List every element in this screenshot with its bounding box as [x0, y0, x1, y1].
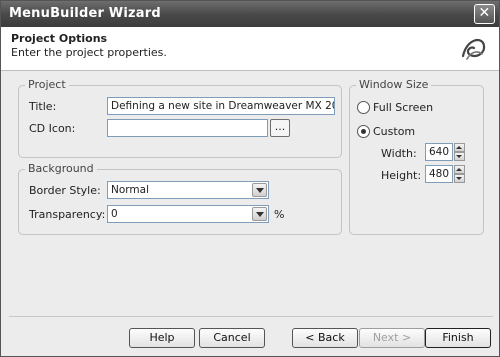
cd-icon-input[interactable] — [107, 119, 268, 137]
border-style-select[interactable]: Normal — [107, 181, 269, 199]
full-screen-radio[interactable] — [357, 101, 370, 114]
transparency-select[interactable]: 0 — [107, 205, 269, 223]
border-style-value: Normal — [111, 184, 149, 196]
title-input[interactable]: Defining a new site in Dreamweaver MX 20… — [107, 97, 335, 115]
custom-label[interactable]: Custom — [373, 125, 415, 138]
cancel-button[interactable]: Cancel — [199, 328, 265, 348]
width-input[interactable]: 640 — [425, 143, 453, 161]
background-legend: Background — [25, 162, 97, 175]
custom-radio[interactable] — [357, 125, 370, 138]
close-icon: ✕ — [478, 5, 491, 21]
wizard-logo-icon — [461, 38, 486, 60]
close-button[interactable]: ✕ — [474, 4, 495, 24]
transparency-value: 0 — [111, 208, 118, 220]
chevron-up-icon[interactable] — [454, 143, 465, 152]
border-style-label: Border Style: — [29, 184, 101, 197]
background-group: Background — [18, 162, 342, 235]
footer-divider — [9, 316, 493, 317]
height-label: Height: — [381, 169, 422, 182]
wizard-header: Project Options Enter the project proper… — [1, 27, 499, 71]
chevron-down-icon[interactable] — [454, 152, 465, 161]
page-subtitle: Enter the project properties. — [11, 46, 167, 59]
wizard-window: MenuBuilder Wizard ✕ Project Options Ent… — [0, 0, 500, 357]
window-size-legend: Window Size — [356, 78, 432, 91]
page-title: Project Options — [11, 32, 108, 45]
project-legend: Project — [25, 78, 69, 91]
full-screen-label[interactable]: Full Screen — [373, 101, 433, 114]
height-input[interactable]: 480 — [425, 165, 453, 183]
browse-button[interactable]: ... — [270, 119, 290, 137]
width-stepper[interactable] — [454, 143, 465, 161]
help-button[interactable]: Help — [129, 328, 195, 348]
back-button[interactable]: < Back — [292, 328, 358, 348]
chevron-down-icon[interactable] — [454, 174, 465, 183]
height-stepper[interactable] — [454, 165, 465, 183]
cd-icon-label: CD Icon: — [29, 122, 76, 135]
chevron-up-icon[interactable] — [454, 165, 465, 174]
transparency-unit: % — [274, 208, 285, 221]
width-label: Width: — [381, 147, 417, 160]
chevron-down-icon[interactable] — [252, 183, 267, 197]
next-button[interactable]: Next > — [359, 328, 425, 348]
chevron-down-icon[interactable] — [252, 207, 267, 221]
title-label: Title: — [29, 100, 57, 113]
window-title: MenuBuilder Wizard — [9, 6, 161, 21]
transparency-label: Transparency: — [29, 208, 106, 221]
finish-button[interactable]: Finish — [425, 328, 491, 348]
title-bar: MenuBuilder Wizard ✕ — [1, 1, 499, 27]
